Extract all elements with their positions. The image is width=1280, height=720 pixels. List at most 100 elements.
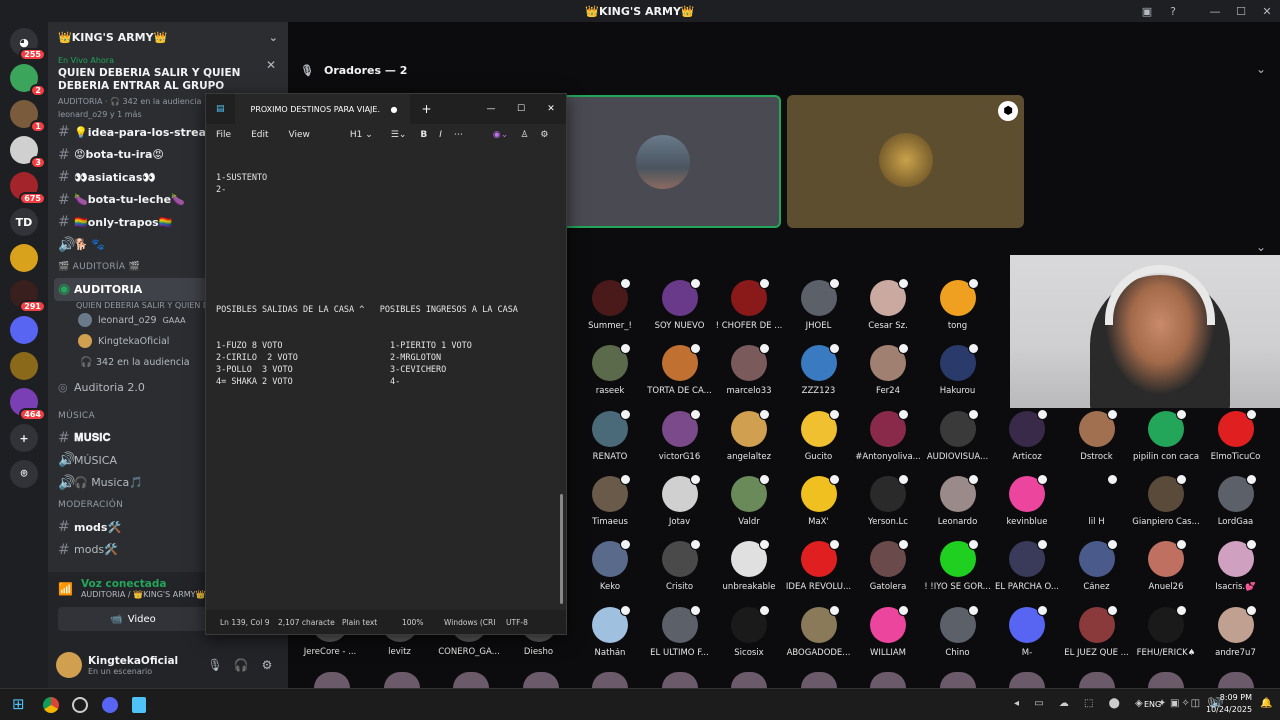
audience-member[interactable]: ElmoTicuCo [1202,408,1270,462]
server-icon[interactable]: 2 [10,64,46,97]
audience-member[interactable]: marcelo33 [715,343,783,396]
audience-member[interactable]: Summer_! [576,278,644,331]
audience-member[interactable]: ZZZ123 [785,343,853,396]
menu-edit[interactable]: Edit [251,130,268,140]
audience-member[interactable]: ! CHOFER DE ... [715,278,783,331]
account-icon[interactable]: ♙ [520,130,528,140]
audience-member[interactable]: EL PARCHA O... [993,539,1061,592]
chevron-down-icon[interactable]: ⌄ [1256,240,1266,254]
notepad-window[interactable]: ▤ PROXIMO DESTINOS PARA VIAJE. ● + — ☐ ✕… [205,93,567,635]
clock-time[interactable]: 8:09 PM [1206,693,1252,702]
audience-member[interactable]: Cánez [1063,539,1131,592]
chevron-down-icon[interactable]: ⌄ [269,31,278,44]
audience-member[interactable]: Hakurou [924,343,992,396]
audience-member[interactable]: ! !IYO SE GOR... [924,539,992,592]
notepad-icon[interactable] [132,697,146,713]
audience-member[interactable]: Leonardo [924,473,992,527]
audience-member[interactable]: JHOEL [785,278,853,331]
audience-member[interactable]: Crisito [646,539,714,592]
audience-member[interactable]: Timaeus [576,473,644,527]
audience-member[interactable]: Gucito [785,408,853,462]
close-button[interactable]: ✕ [536,104,566,114]
headphones-icon[interactable]: 🎧 [228,658,254,672]
audience-member[interactable]: Gianpiero Cas... [1132,473,1200,527]
audience-member[interactable]: FEHU/ERICK♠ [1132,604,1200,658]
audience-member[interactable]: angelaltez [715,408,783,462]
obs-icon[interactable] [72,697,88,713]
direct-messages-icon[interactable]: ◕ 255 [10,28,46,61]
speaker-tile[interactable]: ⬢ [787,95,1024,228]
server-header[interactable]: 👑KING'S ARMY👑 ⌄ [48,22,288,52]
help-icon[interactable]: ? [1160,5,1186,18]
server-icon[interactable] [10,352,38,380]
notepad-editor[interactable]: 1-SUSTENTO 2- POSIBLES SALIDAS DE LA CAS… [216,172,518,388]
notification-bell-icon[interactable]: 🔔 [1260,698,1272,709]
speaker-tile[interactable] [548,95,781,228]
explore-button[interactable]: ⌾ [10,460,38,488]
audience-member[interactable]: TORTA DE CA... [646,343,714,396]
bold-icon[interactable]: B [420,130,427,140]
audience-member[interactable]: AUDIOVISUA... [924,408,992,462]
server-icon[interactable] [10,316,38,344]
audience-member[interactable]: Gatolera [854,539,922,592]
audience-member[interactable]: Valdr [715,473,783,527]
add-server-button[interactable]: + [10,424,38,452]
inbox-icon[interactable]: ▣ [1134,5,1160,18]
audience-member[interactable]: unbreakable [715,539,783,592]
close-icon[interactable]: ✕ [266,58,276,72]
new-tab-button[interactable]: + [422,102,432,116]
audience-member[interactable]: raseek [576,343,644,396]
video-button[interactable]: 📹 Video [58,607,208,631]
more-icon[interactable]: ⋯ [454,130,463,140]
heading-dropdown[interactable]: H1 ⌄ [350,130,373,140]
audience-member[interactable]: tong [924,278,992,331]
server-icon[interactable]: 675 [10,172,46,205]
audience-member[interactable]: Nathán [576,604,644,658]
server-icon[interactable] [10,244,38,272]
language-indicator[interactable]: ENG [1144,700,1161,709]
chrome-icon[interactable] [43,697,59,713]
server-icon[interactable]: 464 [10,388,46,421]
audience-member[interactable]: andre7u7 [1202,604,1270,658]
audience-member[interactable]: WILLIAM [854,604,922,658]
server-icon[interactable]: 1 [10,100,46,133]
server-icon[interactable]: TD [10,208,38,236]
clock-date[interactable]: 10/24/2025 [1206,705,1252,714]
tab-document[interactable]: PROXIMO DESTINOS PARA VIAJE. ● [234,94,410,124]
menu-file[interactable]: File [216,130,231,140]
server-icon[interactable]: 291 [10,280,46,313]
audience-member[interactable]: RENATO [576,408,644,462]
chevron-down-icon[interactable]: ⌄ [1256,62,1266,76]
server-icon[interactable]: 3 [10,136,46,169]
audience-member[interactable]: MaX' [785,473,853,527]
discord-icon[interactable] [102,697,118,713]
maximize-button[interactable]: ☐ [1228,5,1254,18]
list-icon[interactable]: ☰⌄ [391,130,407,140]
audience-member[interactable]: #Antonyoliva... [854,408,922,462]
windows-start-icon[interactable]: ⊞ [12,695,25,713]
audience-member[interactable]: Keko [576,539,644,592]
maximize-button[interactable]: ☐ [506,104,536,114]
avatar[interactable] [56,652,82,678]
gear-icon[interactable]: ⚙ [540,130,548,140]
audience-member[interactable]: Dstrock [1063,408,1131,462]
close-button[interactable]: ✕ [1254,5,1280,18]
mic-icon[interactable]: 🎙 [202,658,228,672]
audience-member[interactable]: ABOGADODE... [785,604,853,658]
scrollbar[interactable] [560,494,563,604]
voice-location[interactable]: AUDITORIA / 👑KING'S ARMY👑 [81,590,206,599]
audience-member[interactable]: Jotav [646,473,714,527]
audience-member[interactable]: Isacris.💕 [1202,539,1270,592]
minimize-button[interactable]: — [476,104,506,114]
audience-member[interactable]: victorG16 [646,408,714,462]
audience-member[interactable]: Articoz [993,408,1061,462]
unsaved-dot-icon[interactable]: ● [391,105,398,114]
italic-icon[interactable]: I [439,130,442,140]
audience-member[interactable]: pipilin con caca [1132,408,1200,462]
audience-member[interactable]: kevinblue [993,473,1061,527]
audience-member[interactable]: Yerson.Lc [854,473,922,527]
minimize-button[interactable]: — [1202,5,1228,18]
audience-member[interactable]: SOY NUEVO [646,278,714,331]
audience-member[interactable]: Fer24 [854,343,922,396]
audience-member[interactable]: Chino [924,604,992,658]
